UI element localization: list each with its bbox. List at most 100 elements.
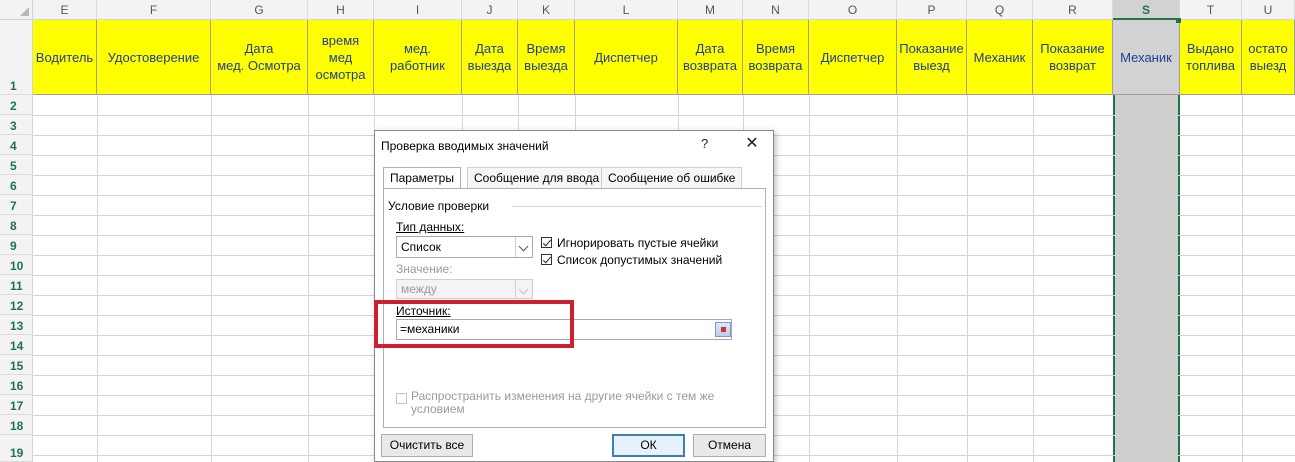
tab-input-message[interactable]: Сообщение для ввода: [467, 167, 607, 188]
grid-line: [33, 115, 1295, 116]
row-header-5[interactable]: 5: [0, 155, 33, 175]
row-header-11[interactable]: 11: [0, 275, 33, 295]
cancel-button[interactable]: Отмена: [693, 434, 766, 457]
grid-line: [897, 95, 898, 462]
operator-value: между: [401, 282, 437, 296]
row-header-2[interactable]: 2: [0, 95, 33, 115]
header-cell-return-date[interactable]: Дата возврата: [678, 20, 743, 95]
header-cell-departure-time[interactable]: Время выезда: [518, 20, 575, 95]
row-number: 4: [10, 139, 17, 153]
row-header-15[interactable]: 15: [0, 355, 33, 375]
selected-column-s[interactable]: [1113, 95, 1180, 462]
source-highlight-box: [374, 300, 574, 348]
header-cell-medical-time[interactable]: время мед осмотра: [308, 20, 374, 95]
row-number: 13: [10, 319, 24, 333]
header-cell-return-time[interactable]: Время возврата: [743, 20, 809, 95]
row-header-17[interactable]: 17: [0, 395, 33, 415]
column-header-p[interactable]: P: [897, 0, 967, 20]
row-header-10[interactable]: 10: [0, 255, 33, 275]
column-header-u[interactable]: U: [1242, 0, 1295, 20]
row-header-12[interactable]: 12: [0, 295, 33, 315]
range-selector-icon[interactable]: [715, 322, 731, 337]
column-header-s[interactable]: S: [1113, 0, 1180, 20]
header-cell-license[interactable]: Удостоверение: [97, 20, 211, 95]
clear-all-button[interactable]: Очистить все: [381, 434, 473, 457]
column-header-m[interactable]: M: [678, 0, 743, 20]
grid-line: [97, 95, 98, 462]
select-all-corner[interactable]: [0, 0, 33, 20]
row-header-14[interactable]: 14: [0, 335, 33, 355]
header-cell-fuel-issued[interactable]: Выдано топлива: [1180, 20, 1242, 95]
column-header-r[interactable]: R: [1033, 0, 1113, 20]
row-number: 15: [10, 359, 24, 373]
dialog-title: Проверка вводимых значений: [381, 139, 549, 153]
row-number: 9: [10, 239, 17, 253]
row-number: 6: [10, 179, 17, 193]
header-cell-medical-worker[interactable]: мед. работник: [374, 20, 462, 95]
row-number: 18: [10, 419, 24, 433]
row-number: 1: [10, 79, 17, 93]
validation-criteria-label: Условие проверки: [388, 199, 490, 213]
in-cell-dropdown-label: Список допустимых значений: [557, 253, 723, 267]
row-header-19[interactable]: 19: [0, 435, 33, 462]
data-type-value: Список: [401, 240, 441, 254]
column-header-h[interactable]: H: [308, 0, 374, 20]
fill-handle[interactable]: [1176, 18, 1181, 23]
data-type-select[interactable]: Список: [396, 236, 533, 258]
column-header-o[interactable]: O: [809, 0, 897, 20]
tab-error-alert[interactable]: Сообщение об ошибке: [601, 167, 743, 188]
row-number: 3: [10, 119, 17, 133]
header-cell-reading-out[interactable]: Показание выезд: [897, 20, 967, 95]
row-header-13[interactable]: 13: [0, 315, 33, 335]
row-number: 5: [10, 159, 17, 173]
value-label: Значение:: [396, 262, 453, 276]
grid-line: [809, 95, 810, 462]
data-type-label: Тип данных:: [396, 220, 465, 234]
column-header-k[interactable]: K: [518, 0, 575, 20]
row-header-4[interactable]: 4: [0, 135, 33, 155]
in-cell-dropdown-checkbox[interactable]: [541, 254, 552, 265]
header-cell-medical-date[interactable]: Дата мед. Осмотра: [211, 20, 308, 95]
column-header-l[interactable]: L: [575, 0, 678, 20]
grid-line: [308, 95, 309, 462]
row-number: 8: [10, 219, 17, 233]
row-header-16[interactable]: 16: [0, 375, 33, 395]
ok-button[interactable]: ОК: [612, 434, 685, 457]
header-cell-driver[interactable]: Водитель: [33, 20, 97, 95]
header-cell-dispatcher-2[interactable]: Диспетчер: [809, 20, 897, 95]
row-header-18[interactable]: 18: [0, 415, 33, 435]
row-header-6[interactable]: 6: [0, 175, 33, 195]
apply-all-checkbox: [396, 393, 407, 404]
operator-select: между: [396, 279, 533, 299]
row-number: 11: [10, 279, 23, 293]
header-cell-mechanic-2[interactable]: Механик: [1113, 20, 1180, 95]
help-button[interactable]: ?: [701, 136, 708, 151]
chevron-down-icon: [515, 280, 532, 298]
header-cell-departure-date[interactable]: Дата выезда: [462, 20, 518, 95]
row-number: 17: [10, 399, 24, 413]
column-header-t[interactable]: T: [1180, 0, 1242, 20]
column-header-q[interactable]: Q: [967, 0, 1033, 20]
header-cell-remaining[interactable]: остато выезд: [1242, 20, 1295, 95]
column-header-j[interactable]: J: [462, 0, 518, 20]
ignore-blank-checkbox[interactable]: [541, 237, 552, 248]
close-icon[interactable]: ✕: [742, 134, 762, 154]
row-header-7[interactable]: 7: [0, 195, 33, 215]
row-header-9[interactable]: 9: [0, 235, 33, 255]
column-header-g[interactable]: G: [211, 0, 308, 20]
header-cell-dispatcher[interactable]: Диспетчер: [575, 20, 678, 95]
tab-settings[interactable]: Параметры: [383, 167, 461, 189]
column-header-i[interactable]: I: [374, 0, 462, 20]
column-header-e[interactable]: E: [33, 0, 97, 20]
header-cell-mechanic[interactable]: Механик: [967, 20, 1033, 95]
column-header-f[interactable]: F: [97, 0, 211, 20]
grid-line: [1242, 95, 1243, 462]
row-header-3[interactable]: 3: [0, 115, 33, 135]
row-header-8[interactable]: 8: [0, 215, 33, 235]
group-divider: [512, 206, 762, 207]
data-validation-dialog: Проверка вводимых значений ? ✕ Параметры…: [374, 130, 774, 462]
row-header-1[interactable]: 1: [0, 20, 33, 95]
column-header-n[interactable]: N: [743, 0, 809, 20]
apply-all-label: Распространить изменения на другие ячейк…: [411, 389, 715, 416]
header-cell-reading-return[interactable]: Показание возврат: [1033, 20, 1113, 95]
